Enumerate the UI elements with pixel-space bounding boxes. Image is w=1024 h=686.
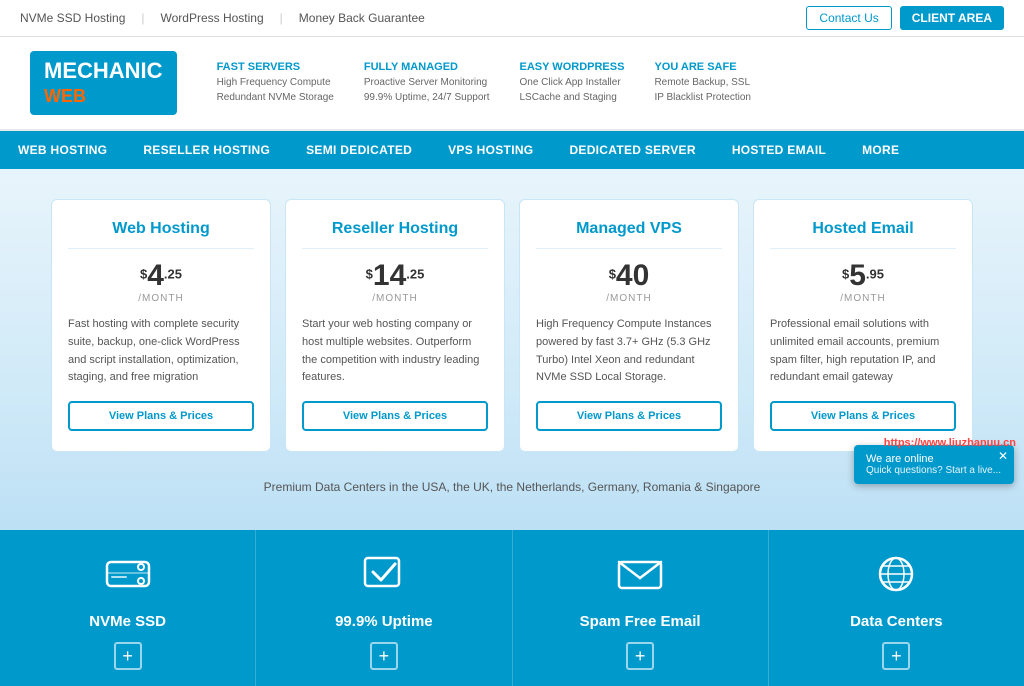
hdd-icon xyxy=(10,554,245,603)
chat-close-icon[interactable]: ✕ xyxy=(998,449,1008,463)
cents-web: .25 xyxy=(164,267,182,282)
pricing-card-reseller: Reseller Hosting $14.25 /MONTH Start you… xyxy=(285,199,505,451)
feature-line0-1: Redundant NVMe Storage xyxy=(217,90,334,105)
nav-dedicated-server[interactable]: DEDICATED SERVER xyxy=(551,131,713,169)
globe-icon xyxy=(779,554,1014,603)
desc-web: Fast hosting with complete security suit… xyxy=(68,316,254,386)
amount-reseller: 14 xyxy=(373,259,406,292)
feature-plus-email[interactable]: + xyxy=(626,642,654,670)
topbar-link-money[interactable]: Money Back Guarantee xyxy=(299,11,425,25)
header-features: FAST SERVERS High Frequency Compute Redu… xyxy=(217,61,994,105)
chat-widget: ✕ We are online Quick questions? Start a… xyxy=(854,445,1014,484)
feature-label-datacenters: Data Centers xyxy=(779,613,1014,630)
feature-plus-datacenters[interactable]: + xyxy=(882,642,910,670)
header-feature-0: FAST SERVERS High Frequency Compute Redu… xyxy=(217,61,334,105)
top-bar-buttons: Contact Us CLIENT AREA xyxy=(806,6,1004,30)
feature-block-nvme: NVMe SSD + xyxy=(0,530,256,686)
logo: MECHANIC web xyxy=(30,51,177,115)
top-bar-links: NVMe SSD Hosting WordPress Hosting Money… xyxy=(20,11,425,25)
header-feature-1: FULLY MANAGED Proactive Server Monitorin… xyxy=(364,61,490,105)
price-box-reseller: $14.25 /MONTH xyxy=(302,259,488,304)
feature-label-uptime: 99.9% Uptime xyxy=(266,613,501,630)
feature-plus-nvme[interactable]: + xyxy=(114,642,142,670)
dollar-reseller: $ xyxy=(366,267,373,282)
feature-line1-1: 99.9% Uptime, 24/7 Support xyxy=(364,90,490,105)
header-feature-3: YOU ARE SAFE Remote Backup, SSL IP Black… xyxy=(654,61,751,105)
pricing-card-web: Web Hosting $4.25 /MONTH Fast hosting wi… xyxy=(51,199,271,451)
price-box-web: $4.25 /MONTH xyxy=(68,259,254,304)
card-title-email: Hosted Email xyxy=(770,220,956,249)
header-feature-2: EASY WORDPRESS One Click App Installer L… xyxy=(520,61,625,105)
pricing-card-vps: Managed VPS $40 /MONTH High Frequency Co… xyxy=(519,199,739,451)
desc-vps: High Frequency Compute Instances powered… xyxy=(536,316,722,386)
pricing-row: Web Hosting $4.25 /MONTH Fast hosting wi… xyxy=(20,199,1004,451)
nav-reseller-hosting[interactable]: RESELLER HOSTING xyxy=(125,131,288,169)
feature-line2-0: One Click App Installer xyxy=(520,75,625,90)
feature-line2-1: LSCache and Staging xyxy=(520,90,625,105)
topbar-link-nvme[interactable]: NVMe SSD Hosting xyxy=(20,11,145,25)
feature-title-2: EASY WORDPRESS xyxy=(520,61,625,73)
contact-button[interactable]: Contact Us xyxy=(806,6,891,30)
nav-web-hosting[interactable]: WEB HOSTING xyxy=(0,131,125,169)
feature-plus-uptime[interactable]: + xyxy=(370,642,398,670)
features-section: NVMe SSD + 99.9% Uptime + Spam Free Emai… xyxy=(0,530,1024,686)
btn-view-vps[interactable]: View Plans & Prices xyxy=(536,401,722,431)
feature-line1-0: Proactive Server Monitoring xyxy=(364,75,490,90)
chat-online-label: We are online xyxy=(866,453,1002,465)
month-reseller: /MONTH xyxy=(302,293,488,304)
watermark: https://www.liuzhanuu.cn xyxy=(884,437,1016,449)
logo-line2: web xyxy=(44,86,86,106)
desc-email: Professional email solutions with unlimi… xyxy=(770,316,956,386)
feature-title-1: FULLY MANAGED xyxy=(364,61,490,73)
card-title-web: Web Hosting xyxy=(68,220,254,249)
price-box-email: $5.95 /MONTH xyxy=(770,259,956,304)
logo-line1: MECHANIC xyxy=(44,58,163,83)
card-title-reseller: Reseller Hosting xyxy=(302,220,488,249)
month-email: /MONTH xyxy=(770,293,956,304)
cents-email: .95 xyxy=(866,267,884,282)
btn-view-reseller[interactable]: View Plans & Prices xyxy=(302,401,488,431)
top-bar: NVMe SSD Hosting WordPress Hosting Money… xyxy=(0,0,1024,37)
nav-vps-hosting[interactable]: VPS HOSTING xyxy=(430,131,551,169)
chat-prompt[interactable]: Quick questions? Start a live... xyxy=(866,465,1002,476)
feature-block-email: Spam Free Email + xyxy=(513,530,769,686)
price-box-vps: $40 /MONTH xyxy=(536,259,722,304)
btn-view-email[interactable]: View Plans & Prices xyxy=(770,401,956,431)
nav-semi-dedicated[interactable]: SEMI DEDICATED xyxy=(288,131,430,169)
pricing-card-email: Hosted Email $5.95 /MONTH Professional e… xyxy=(753,199,973,451)
month-vps: /MONTH xyxy=(536,293,722,304)
feature-label-nvme: NVMe SSD xyxy=(10,613,245,630)
amount-email: 5 xyxy=(849,259,866,292)
feature-block-uptime: 99.9% Uptime + xyxy=(256,530,512,686)
amount-vps: 40 xyxy=(616,259,649,292)
card-title-vps: Managed VPS xyxy=(536,220,722,249)
feature-line3-0: Remote Backup, SSL xyxy=(654,75,751,90)
btn-view-web[interactable]: View Plans & Prices xyxy=(68,401,254,431)
desc-reseller: Start your web hosting company or host m… xyxy=(302,316,488,386)
feature-line3-1: IP Blacklist Protection xyxy=(654,90,751,105)
amount-web: 4 xyxy=(147,259,164,292)
feature-title-0: FAST SERVERS xyxy=(217,61,334,73)
main-nav: WEB HOSTING RESELLER HOSTING SEMI DEDICA… xyxy=(0,131,1024,169)
cents-reseller: .25 xyxy=(406,267,424,282)
feature-label-email: Spam Free Email xyxy=(523,613,758,630)
topbar-link-wp[interactable]: WordPress Hosting xyxy=(161,11,283,25)
month-web: /MONTH xyxy=(68,293,254,304)
checkmark-icon xyxy=(266,554,501,603)
feature-title-3: YOU ARE SAFE xyxy=(654,61,751,73)
nav-hosted-email[interactable]: HOSTED EMAIL xyxy=(714,131,844,169)
nav-more[interactable]: MORE xyxy=(844,131,917,169)
email-icon xyxy=(523,554,758,603)
dollar-vps: $ xyxy=(609,267,616,282)
header: MECHANIC web FAST SERVERS High Frequency… xyxy=(0,37,1024,131)
feature-line0-0: High Frequency Compute xyxy=(217,75,334,90)
client-area-button[interactable]: CLIENT AREA xyxy=(900,6,1004,30)
feature-block-datacenters: Data Centers + xyxy=(769,530,1024,686)
